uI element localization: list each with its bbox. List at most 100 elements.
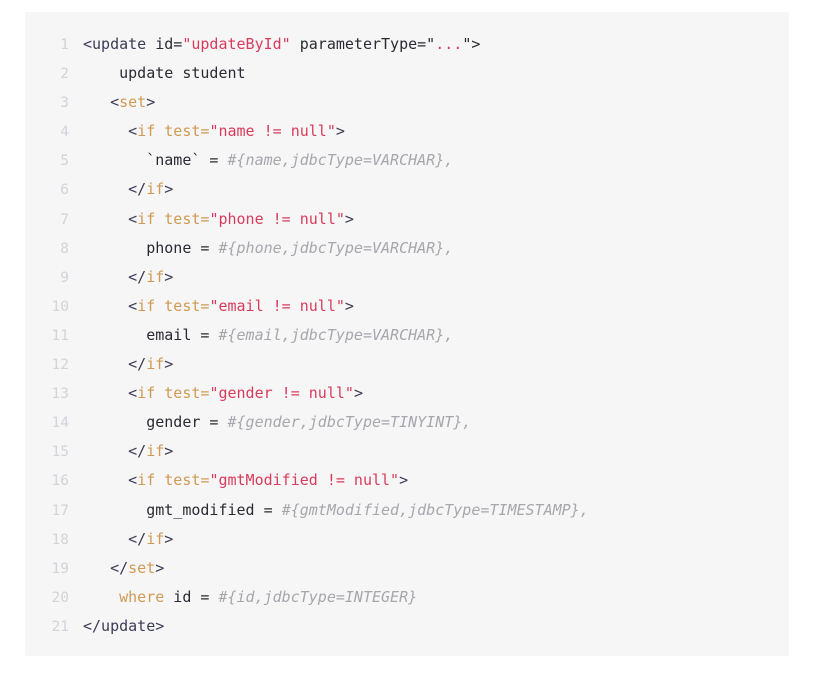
line-number: 15 [51, 444, 69, 461]
line-number: 18 [51, 531, 69, 548]
code-line-text: phone = #{phone,jdbcType=VARCHAR}, [83, 234, 453, 263]
code-line-text: where id = #{id,jdbcType=INTEGER} [83, 583, 417, 612]
code-line: 2 update student [25, 59, 789, 88]
line-number: 16 [51, 473, 69, 490]
code-token-attr: test= [155, 122, 210, 141]
code-token-punct: < [83, 296, 138, 315]
code-line-text: update student [83, 59, 246, 88]
code-token-tag: if [146, 355, 165, 374]
code-line-text: </set> [83, 554, 164, 583]
code-line: 1 <update id="updateById" parameterType="… [25, 30, 789, 59]
code-line-text: <set> [83, 88, 155, 117]
code-token-tag: if [146, 442, 165, 461]
code-token-string: "gender != null" [209, 384, 354, 403]
code-line: 4 <if test="name != null"> [25, 117, 789, 146]
code-token-tag: if [137, 122, 156, 141]
code-line: 19 </set> [25, 554, 789, 583]
code-token-plain: parameterType=" [290, 35, 436, 53]
code-token-attr: test= [155, 296, 210, 315]
line-number: 13 [51, 386, 69, 403]
code-line: 20 where id = #{id,jdbcType=INTEGER} [25, 583, 789, 612]
code-line-text: gmt_modified = #{gmtModified,jdbcType=TI… [83, 496, 589, 525]
code-line-text: <update id="updateById" parameterType=".… [83, 30, 480, 59]
line-number: 14 [51, 415, 69, 432]
code-token-keyword: where [119, 587, 165, 606]
code-token-tag: if [137, 296, 156, 315]
code-token-string: "phone != null" [209, 209, 345, 228]
code-token-punct: > [146, 93, 156, 112]
code-token-punct: </ [83, 267, 147, 286]
code-line-text: </if> [83, 350, 173, 379]
code-line: 11 email = #{email,jdbcType=VARCHAR}, [25, 321, 789, 350]
code-token-punct: </ [83, 180, 147, 199]
code-lines-container: 1 <update id="updateById" parameterType="… [25, 12, 789, 656]
code-line-text: gender = #{gender,jdbcType=TINYINT}, [83, 408, 471, 437]
line-number: 6 [60, 182, 69, 199]
code-line-text: `name` = #{name,jdbcType=VARCHAR}, [83, 146, 453, 175]
code-block[interactable]: 1 <update id="updateById" parameterType="… [25, 12, 789, 656]
code-line: 7 <if test="phone != null"> [25, 205, 789, 234]
code-line-text: </if> [83, 175, 173, 204]
code-token-attr: test= [155, 209, 210, 228]
code-line: 9 </if> [25, 263, 789, 292]
code-token-punct: > [155, 558, 165, 577]
code-line: 18 </if> [25, 525, 789, 554]
code-token-param: #{email,jdbcType=VARCHAR}, [218, 325, 454, 344]
line-number: 12 [51, 357, 69, 374]
line-number: 4 [60, 124, 69, 141]
code-line-text: </if> [83, 525, 173, 554]
code-line: 6 </if> [25, 175, 789, 204]
code-token-string: "updateById" [182, 35, 291, 53]
code-line-text: <if test="name != null"> [83, 117, 345, 146]
code-token-punct: > [164, 355, 174, 374]
code-token-punct: </ [83, 442, 147, 461]
code-token-punct: > [164, 267, 174, 286]
code-token-punct: > [344, 209, 354, 228]
line-number: 19 [51, 560, 69, 577]
code-token-plain: update student [83, 64, 246, 83]
code-token-punct: <update [83, 35, 156, 53]
code-token-string: ... [435, 35, 463, 53]
code-line-text: <if test="phone != null"> [83, 205, 354, 234]
code-line-text: </update> [83, 612, 164, 641]
code-token-punct: < [83, 93, 120, 112]
code-token-punct: </ [83, 529, 147, 548]
code-token-plain: phone = [83, 238, 219, 257]
code-token-punct: > [353, 384, 363, 403]
code-token-tag: set [119, 93, 147, 112]
code-line: 5 `name` = #{name,jdbcType=VARCHAR}, [25, 146, 789, 175]
code-token-string: "gmtModified != null" [209, 471, 400, 490]
code-line: 14 gender = #{gender,jdbcType=TINYINT}, [25, 408, 789, 437]
code-token-punct: > [164, 442, 174, 461]
code-token-attr: test= [155, 471, 210, 490]
code-token-param: #{name,jdbcType=VARCHAR}, [227, 151, 454, 170]
code-token-punct: < [83, 384, 138, 403]
code-token-tag: set [128, 558, 156, 577]
code-token-string: "email != null" [209, 296, 345, 315]
code-line-text: <if test="gmtModified != null"> [83, 466, 408, 495]
code-line: 21 </update> [25, 612, 789, 641]
code-line-text: email = #{email,jdbcType=VARCHAR}, [83, 321, 453, 350]
code-token-punct: < [83, 122, 138, 141]
code-token-punct: > [335, 122, 345, 141]
line-number: 3 [60, 95, 69, 112]
code-line: 16 <if test="gmtModified != null"> [25, 466, 789, 495]
code-line: 17 gmt_modified = #{gmtModified,jdbcType… [25, 496, 789, 525]
line-number: 10 [51, 298, 69, 315]
code-line: 8 phone = #{phone,jdbcType=VARCHAR}, [25, 234, 789, 263]
code-token-punct: < [83, 209, 138, 228]
code-line-text: </if> [83, 263, 173, 292]
code-token-punct: </update> [83, 616, 165, 635]
code-line: 12 </if> [25, 350, 789, 379]
code-token-plain: `name` = [83, 151, 228, 170]
code-line: 3 <set> [25, 88, 789, 117]
code-token-plain: gender = [83, 413, 228, 432]
line-number: 8 [60, 240, 69, 257]
code-token-attr: test= [155, 384, 210, 403]
code-token-punct: > [399, 471, 409, 490]
line-number: 1 [60, 37, 69, 53]
line-number: 20 [51, 589, 69, 606]
code-token-tag: if [146, 529, 165, 548]
code-token-plain: "> [462, 35, 481, 53]
code-token-plain: gmt_modified = [83, 500, 282, 519]
